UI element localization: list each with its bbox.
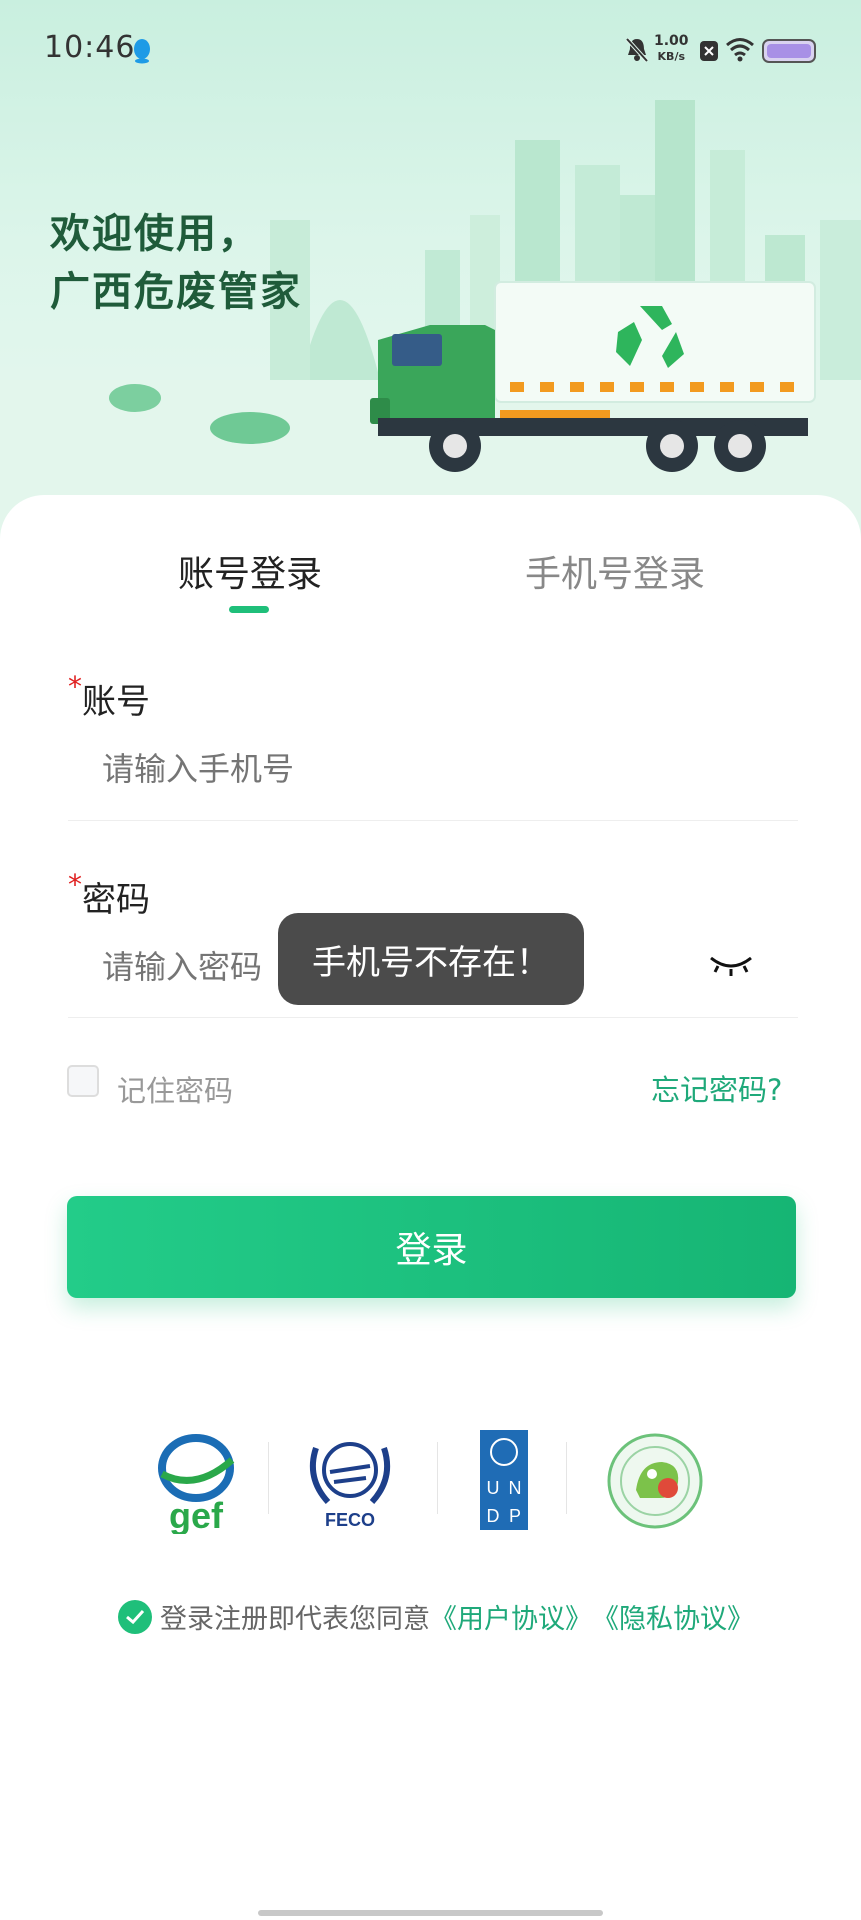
svg-text:U: U [487, 1478, 500, 1498]
svg-text:D: D [487, 1506, 500, 1526]
logo-separator [268, 1442, 269, 1514]
account-label: *账号 [68, 670, 150, 723]
password-input[interactable] [100, 948, 284, 987]
required-mark: * [68, 670, 82, 703]
login-button[interactable]: 登录 [67, 1196, 796, 1298]
feco-logo-text: FECO [325, 1510, 375, 1530]
remember-password-checkbox[interactable] [67, 1065, 99, 1097]
home-indicator[interactable] [258, 1910, 603, 1916]
svg-text:P: P [509, 1506, 521, 1526]
error-toast: 手机号不存在！ [278, 913, 584, 1005]
status-bar: 10:46 1.00 KB/s [0, 0, 861, 100]
agreement-text: 登录注册即代表您同意 [160, 1604, 430, 1635]
project-seal-logo [607, 1433, 703, 1529]
qq-notification-icon [134, 39, 150, 64]
network-speed-value: 1.00 [654, 33, 689, 49]
network-speed: 1.00 KB/s [654, 34, 689, 64]
truck-illustration [370, 281, 816, 472]
network-speed-unit: KB/s [657, 50, 686, 63]
welcome-line-1: 欢迎使用， [50, 211, 260, 257]
eye-closed-icon[interactable] [708, 950, 754, 980]
account-divider [68, 820, 798, 821]
required-mark: * [68, 868, 82, 901]
tab-phone-login[interactable]: 手机号登录 [525, 545, 705, 597]
status-time: 10:46 [44, 30, 136, 65]
feco-logo: FECO [310, 1442, 390, 1530]
forgot-password-link[interactable]: 忘记密码? [651, 1067, 782, 1109]
account-input[interactable] [100, 750, 664, 789]
battery-icon [762, 39, 816, 63]
account-label-text: 账号 [82, 682, 150, 722]
gef-logo-text: gef [169, 1495, 224, 1534]
agreement-row: 登录注册即代表您同意 《用户协议》 《隐私协议》 [118, 1597, 754, 1636]
password-divider [68, 1017, 798, 1018]
privacy-agreement-link[interactable]: 《隐私协议》 [592, 1597, 754, 1636]
agreement-check-icon[interactable] [118, 1599, 152, 1634]
gef-logo: gef [158, 1434, 235, 1534]
welcome-title: 欢迎使用， 广西危废管家 [50, 205, 302, 321]
undp-logo: UN DP [480, 1430, 528, 1530]
wifi-icon [726, 38, 754, 62]
welcome-line-2: 广西危废管家 [50, 269, 302, 315]
partner-logos: gef FECO UN DP [0, 1420, 861, 1550]
silent-bell-icon [625, 37, 649, 63]
password-label-text: 密码 [82, 880, 150, 920]
active-tab-indicator [229, 606, 269, 613]
logo-separator [437, 1442, 438, 1514]
password-label: *密码 [68, 868, 150, 921]
logo-separator [566, 1442, 567, 1514]
tab-account-login[interactable]: 账号登录 [178, 545, 322, 597]
x-box-icon [700, 41, 718, 61]
hero-banner: 10:46 1.00 KB/s 欢迎使用， 广西危废管家 [0, 0, 861, 540]
svg-text:N: N [509, 1478, 522, 1498]
remember-password-label[interactable]: 记住密码 [117, 1068, 233, 1110]
user-agreement-link[interactable]: 《用户协议》 [430, 1597, 592, 1636]
